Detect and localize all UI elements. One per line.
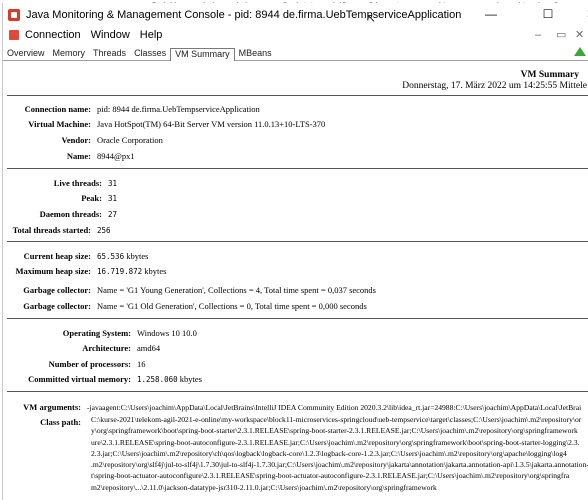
peak-row: Peak: 31 xyxy=(3,193,117,203)
field-label: Total threads started: xyxy=(12,225,91,235)
tab-bar: Overview Memory Threads Classes VM Summa… xyxy=(3,44,588,61)
field-label: Vendor: xyxy=(61,135,91,145)
menu-connection[interactable]: Connection xyxy=(25,29,81,41)
live-threads-row: Live threads: 31 xyxy=(3,178,117,188)
internal-close-button[interactable]: ✕ xyxy=(575,26,584,44)
summary-title: VM Summary xyxy=(520,70,579,80)
field-label: Maximum heap size: xyxy=(15,266,91,276)
tab-overview[interactable]: Overview xyxy=(3,48,49,60)
field-value: 31 xyxy=(108,179,118,188)
mouse-cursor-icon: ↖ xyxy=(366,11,377,25)
divider xyxy=(7,168,588,169)
vm-summary-panel: VM Summary Donnerstag, 17. März 2022 um … xyxy=(3,61,588,500)
field-label: Operating System: xyxy=(62,328,131,338)
field-label: Virtual Machine: xyxy=(28,119,91,129)
class-path-line: .m2\repository\org\slf4j\jul-to-slf4j\1.… xyxy=(91,460,588,470)
divider xyxy=(7,241,588,242)
class-path-value: C:\kurse-2021\telekom-agil-2021-e-online… xyxy=(91,414,588,493)
menu-bar: Connection Window Help – ▭ ✕ xyxy=(3,26,588,44)
field-label: Peak: xyxy=(81,193,102,203)
connection-icon xyxy=(9,30,19,40)
field-value: pid: 8944 de.firma.UebTempserviceApplica… xyxy=(97,104,260,114)
class-path-line: m2\repository\...\2.11.0\jackson-datatyp… xyxy=(91,482,437,492)
tab-vm-summary[interactable]: VM Summary xyxy=(170,48,235,61)
field-value: Name = 'G1 Young Generation', Collection… xyxy=(97,285,376,295)
field-value: 31 xyxy=(108,194,118,203)
divider xyxy=(7,95,588,96)
class-path-line: y\org\springframework\boot\spring-boot-s… xyxy=(91,426,578,436)
gc-old-row: Garbage collector: Name = 'G1 Old Generat… xyxy=(3,301,367,311)
divider xyxy=(7,391,588,392)
tab-mbeans[interactable]: MBeans xyxy=(235,48,276,60)
field-label: Connection name: xyxy=(24,104,91,114)
daemon-threads-row: Daemon threads: 27 xyxy=(3,209,117,219)
jconsole-window: Java Monitoring & Management Console - p… xyxy=(2,3,588,500)
field-value: Name = 'G1 Old Generation', Collections … xyxy=(97,301,367,311)
total-threads-row: Total threads started: 256 xyxy=(3,225,111,235)
tab-memory[interactable]: Memory xyxy=(49,48,90,60)
internal-minimize-button[interactable]: – xyxy=(535,26,541,44)
class-path-label-row: Class path: xyxy=(3,417,81,427)
menu-help[interactable]: Help xyxy=(140,29,163,41)
minimize-button[interactable]: — xyxy=(473,3,509,26)
class-path-line: C:\kurse-2021\telekom-agil-2021-e-online… xyxy=(91,415,582,424)
field-value: 27 xyxy=(108,210,118,219)
field-value: amd64 xyxy=(137,343,161,353)
field-label: Number of processors: xyxy=(48,359,131,369)
processors-row: Number of processors: 16 xyxy=(3,359,146,369)
maximize-button[interactable]: ☐ xyxy=(530,3,566,26)
field-value: Oracle Corporation xyxy=(97,135,163,145)
field-value: 8944@px1 xyxy=(97,151,135,161)
internal-restore-button[interactable]: ▭ xyxy=(556,26,566,44)
field-label: Class path: xyxy=(40,417,81,427)
field-unit: kbytes xyxy=(179,374,202,384)
close-button[interactable]: ✕ xyxy=(573,3,588,26)
menu-window[interactable]: Window xyxy=(91,29,130,41)
field-value: 1.258.060 xyxy=(137,375,178,384)
summary-date: Donnerstag, 17. März 2022 um 14:25:55 Mi… xyxy=(402,81,587,91)
field-label: VM arguments: xyxy=(23,402,81,412)
tab-classes[interactable]: Classes xyxy=(130,48,170,60)
field-label: Live threads: xyxy=(53,178,102,188)
field-unit: kbytes xyxy=(144,266,167,276)
field-value: 256 xyxy=(97,226,111,235)
field-value: 16 xyxy=(137,359,146,369)
architecture-row: Architecture: amd64 xyxy=(3,343,160,353)
current-heap-row: Current heap size: 65.536 kbytes xyxy=(3,251,149,261)
gc-young-row: Garbage collector: Name = 'G1 Young Gener… xyxy=(3,285,376,295)
window-title: Java Monitoring & Management Console - p… xyxy=(26,8,462,21)
title-bar[interactable]: Java Monitoring & Management Console - p… xyxy=(3,3,588,26)
field-label: Current heap size: xyxy=(23,251,91,261)
field-label: Garbage collector: xyxy=(23,285,91,295)
vm-arguments-row: VM arguments: -javaagent:C:\Users\joachim… xyxy=(3,402,581,412)
connection-name-row: Connection name: pid: 8944 de.firma.UebTe… xyxy=(3,104,260,114)
field-label: Garbage collector: xyxy=(23,301,91,311)
field-value: Java HotSpot(TM) 64-Bit Server VM versio… xyxy=(97,119,326,129)
divider xyxy=(7,318,588,319)
vendor-row: Vendor: Oracle Corporation xyxy=(3,135,163,145)
os-row: Operating System: Windows 10 10.0 xyxy=(3,328,197,338)
field-label: Architecture: xyxy=(82,343,131,353)
field-unit: kbytes xyxy=(126,251,149,261)
name-row: Name: 8944@px1 xyxy=(3,151,135,161)
virtual-machine-row: Virtual Machine: Java HotSpot(TM) 64-Bit … xyxy=(3,119,325,129)
max-heap-row: Maximum heap size: 16.719.872 kbytes xyxy=(3,266,166,276)
field-label: Daemon threads: xyxy=(39,209,102,219)
class-path-line: ure\2.3.1.RELEASE\spring-boot-autoconfig… xyxy=(91,437,580,447)
field-value: -javaagent:C:\Users\joachim\AppData\Loca… xyxy=(87,403,582,412)
field-value: Windows 10 10.0 xyxy=(137,328,197,338)
field-label: Name: xyxy=(66,151,91,161)
field-value: 16.719.872 xyxy=(97,267,143,276)
class-path-line: t\spring-boot-actuator-autoconfigure\2.3… xyxy=(91,471,570,481)
field-value: 65.536 xyxy=(97,252,125,261)
tab-threads[interactable]: Threads xyxy=(89,48,130,60)
status-indicator-icon xyxy=(574,47,586,56)
committed-vm-row: Committed virtual memory: 1.258.060 kbyte… xyxy=(3,374,202,384)
class-path-line: 2.3.jar;C:\Users\joachim\.m2\repository\… xyxy=(91,448,567,458)
field-label: Committed virtual memory: xyxy=(28,374,131,384)
java-app-icon xyxy=(8,8,20,21)
